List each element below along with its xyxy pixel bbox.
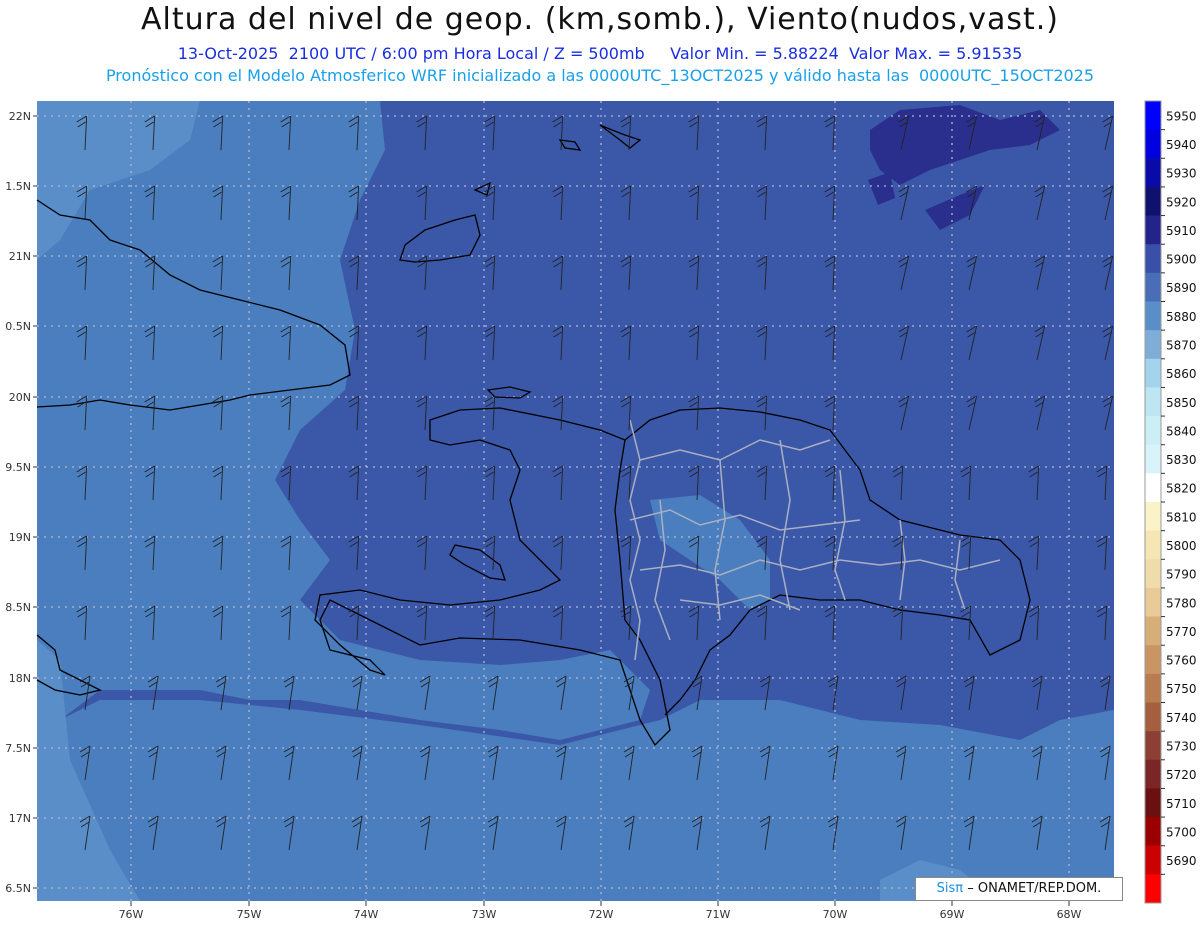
colorbar-swatch <box>1145 817 1161 847</box>
lon-label: 76W <box>119 908 144 921</box>
colorbar-swatch <box>1145 244 1161 274</box>
colorbar-label: 5930 <box>1166 167 1197 181</box>
colorbar-swatch <box>1145 559 1161 589</box>
colorbar-label: 5740 <box>1166 711 1197 725</box>
lon-label: 75W <box>237 908 262 921</box>
lat-label: 22N <box>9 110 31 123</box>
colorbar-swatch <box>1145 330 1161 360</box>
lat-label: 20N <box>9 391 31 404</box>
colorbar-label: 5840 <box>1166 424 1197 438</box>
colorbar-label: 5870 <box>1166 338 1197 352</box>
colorbar-swatch <box>1145 502 1161 532</box>
lon-label: 70W <box>823 908 848 921</box>
lon-label: 68W <box>1057 908 1082 921</box>
lon-axis: 76W 75W 74W 73W 72W 71W 70W 69W 68W <box>119 901 1082 921</box>
colorbar-label: 5950 <box>1166 109 1197 123</box>
lat-label: 21N <box>9 250 31 263</box>
colorbar-label: 5800 <box>1166 539 1197 553</box>
lon-label: 73W <box>472 908 497 921</box>
lon-label: 72W <box>589 908 614 921</box>
lon-label: 69W <box>940 908 965 921</box>
colorbar-swatch <box>1145 301 1161 331</box>
colorbar-label: 5920 <box>1166 195 1197 209</box>
colorbar-swatch <box>1145 158 1161 188</box>
colorbar-swatch <box>1145 788 1161 818</box>
lat-label: 6.5N <box>5 882 31 895</box>
colorbar-label: 5790 <box>1166 568 1197 582</box>
colorbar-label: 5720 <box>1166 768 1197 782</box>
lat-label: 9.5N <box>5 461 31 474</box>
colorbar-label: 5940 <box>1166 138 1197 152</box>
colorbar-swatch <box>1145 186 1161 217</box>
colorbar-swatch <box>1145 473 1161 503</box>
colorbar-label: 5760 <box>1166 654 1197 668</box>
colorbar-label: 5810 <box>1166 510 1197 524</box>
lat-label: 0.5N <box>5 320 31 333</box>
colorbar-label: 5820 <box>1166 482 1197 496</box>
colorbar-swatch <box>1145 416 1161 446</box>
colorbar: 5950 5940 5930 5920 5910 5900 5890 5880 5870 5860… <box>1144 100 1197 904</box>
lat-label: 8.5N <box>5 601 31 614</box>
lat-label: 17N <box>9 812 31 825</box>
colorbar-label: 5910 <box>1166 224 1197 238</box>
colorbar-swatch <box>1145 387 1161 417</box>
colorbar-label: 5700 <box>1166 825 1197 839</box>
colorbar-label: 5850 <box>1166 396 1197 410</box>
colorbar-swatch <box>1145 845 1161 875</box>
colorbar-label: 5710 <box>1166 797 1197 811</box>
credit-box: Sisπ – ONAMET/REP.DOM. <box>915 877 1123 901</box>
colorbar-label: 5690 <box>1166 854 1197 868</box>
colorbar-label: 5880 <box>1166 310 1197 324</box>
colorbar-swatch <box>1145 101 1161 131</box>
colorbar-swatch <box>1145 673 1161 703</box>
credit-text: – ONAMET/REP.DOM. <box>967 881 1102 896</box>
colorbar-swatch <box>1145 358 1161 388</box>
colorbar-label: 5770 <box>1166 625 1197 639</box>
lon-label: 74W <box>354 908 379 921</box>
colorbar-swatch <box>1145 587 1161 618</box>
credit-brand: Sisπ <box>936 881 964 896</box>
colorbar-swatch <box>1145 530 1161 560</box>
lat-label: 18N <box>9 672 31 685</box>
colorbar-swatch <box>1145 874 1161 904</box>
colorbar-swatch <box>1145 702 1161 732</box>
colorbar-label: 5780 <box>1166 596 1197 610</box>
colorbar-label: 5830 <box>1166 453 1197 467</box>
colorbar-swatch <box>1145 129 1161 159</box>
colorbar-swatch <box>1145 759 1161 789</box>
lat-axis: 22N 1.5N 21N 0.5N 20N 9.5N 19N 8.5N 18N 7.5N 17N 6.… <box>5 110 37 895</box>
colorbar-label: 5860 <box>1166 367 1197 381</box>
colorbar-label: 5750 <box>1166 682 1197 696</box>
colorbar-swatch <box>1145 272 1161 302</box>
colorbar-swatch <box>1145 731 1161 761</box>
forecast-map: 22N 1.5N 21N 0.5N 20N 9.5N 19N 8.5N 18N 7.5N 17N 6.… <box>5 100 1197 921</box>
lon-label: 71W <box>706 908 731 921</box>
colorbar-label: 5730 <box>1166 739 1197 753</box>
lat-label: 1.5N <box>5 180 31 193</box>
lat-label: 19N <box>9 531 31 544</box>
colorbar-swatch <box>1145 444 1161 474</box>
colorbar-swatch <box>1145 616 1161 646</box>
colorbar-swatch <box>1145 645 1161 675</box>
lat-label: 7.5N <box>5 742 31 755</box>
colorbar-label: 5890 <box>1166 281 1197 295</box>
colorbar-label: 5900 <box>1166 253 1197 267</box>
colorbar-swatch <box>1145 215 1161 245</box>
